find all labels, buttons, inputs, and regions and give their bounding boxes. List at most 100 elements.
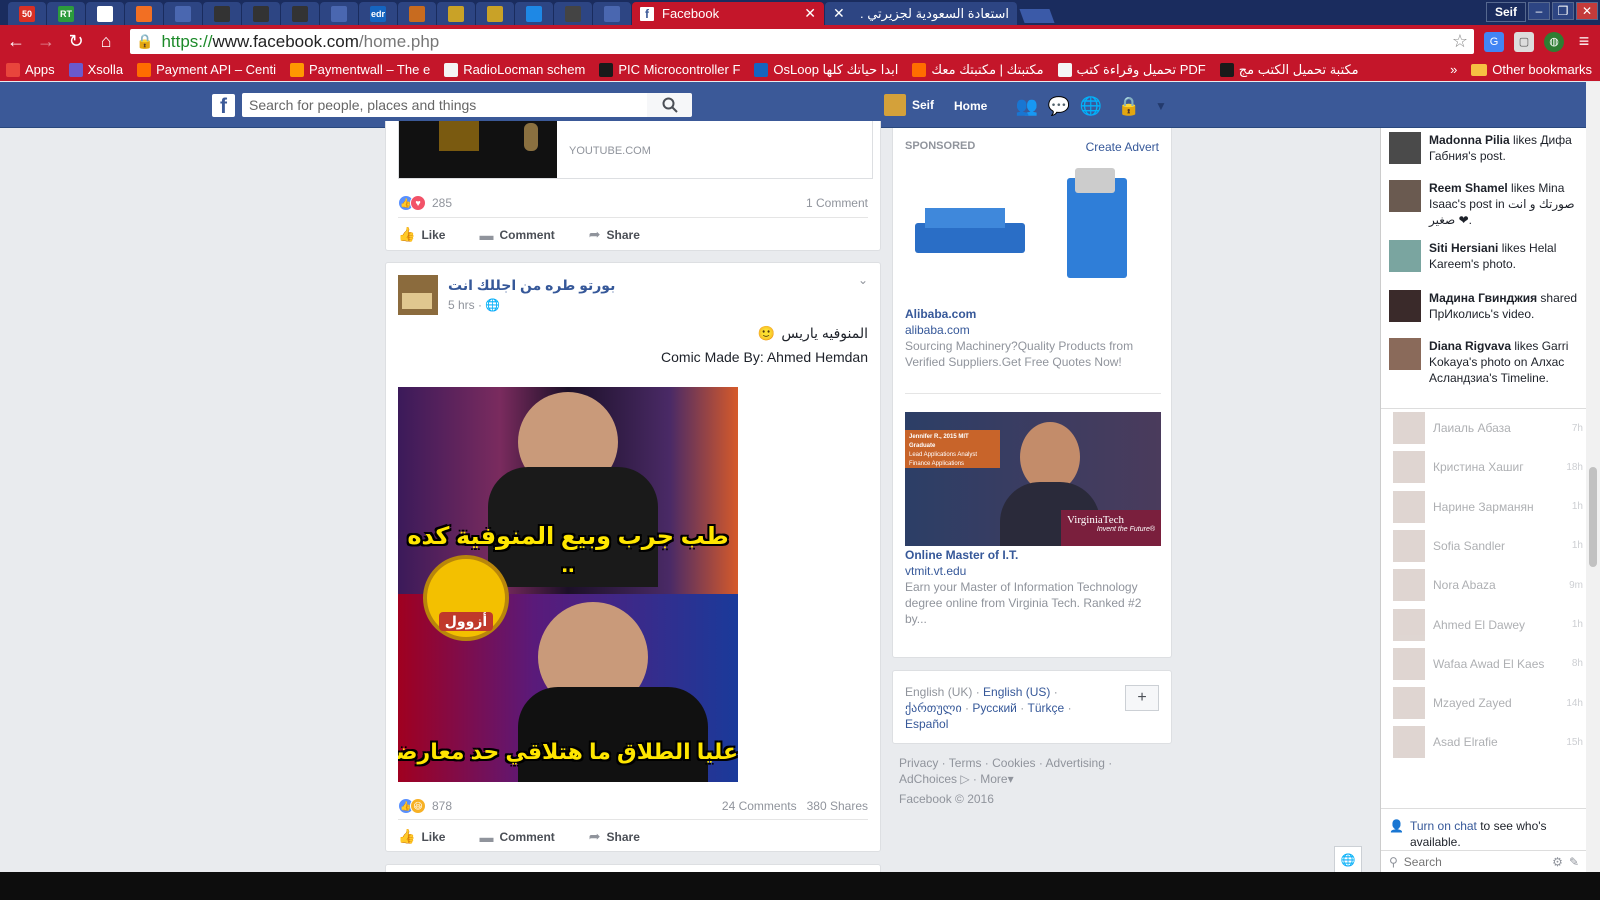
bookmark-item[interactable]: Apps xyxy=(6,62,55,78)
profile-link[interactable]: Seif xyxy=(884,94,934,116)
comment-count[interactable]: 24 Comments xyxy=(722,799,797,813)
footer-link[interactable]: Terms xyxy=(949,756,982,770)
post-time[interactable]: 5 hrs · 🌐 xyxy=(448,298,500,312)
bookmark-item[interactable]: RadioLocman schem xyxy=(444,62,585,78)
messages-icon[interactable]: 💬 xyxy=(1048,96,1070,116)
chat-contact[interactable]: Sofia Sandler 1h xyxy=(1393,529,1583,563)
other-bookmarks-button[interactable]: Other bookmarks xyxy=(1471,62,1592,77)
bookmark-item[interactable]: Xsolla xyxy=(68,62,123,78)
reaction-count[interactable]: 878 xyxy=(432,799,452,813)
pinned-tab[interactable] xyxy=(125,2,163,25)
chat-contact[interactable]: Лаиаль Абаза 7h xyxy=(1393,411,1583,445)
menu-icon[interactable]: ≡ xyxy=(1574,31,1594,52)
friend-requests-icon[interactable]: 👥 xyxy=(1016,96,1038,116)
bookmark-item[interactable]: Payment API – Centi xyxy=(137,62,276,78)
comment-button[interactable]: ▬ Comment xyxy=(479,227,554,243)
comment-count[interactable]: 1 Comment xyxy=(806,196,868,210)
pinned-tab[interactable] xyxy=(437,2,475,25)
back-icon[interactable]: ← xyxy=(6,31,26,52)
bookmark-item[interactable]: مكتبتك | مكتبتك معك xyxy=(912,62,1044,78)
ad2-image[interactable]: Jennifer R., 2015 MIT Graduate Lead Appl… xyxy=(905,412,1161,546)
pinned-tab[interactable] xyxy=(515,2,553,25)
ad2-url[interactable]: vtmit.vt.edu xyxy=(905,564,966,578)
pinned-tab[interactable]: RT xyxy=(47,2,85,25)
like-button[interactable]: 👍 Like xyxy=(398,226,445,243)
post-image[interactable]: أزوول طب جرب وبيع المنوفية كده .. عليا ا… xyxy=(398,387,738,782)
tab-other[interactable]: استعادة السعودية لجزيرتي . ✕ xyxy=(825,2,1017,25)
home-icon[interactable]: ⌂ xyxy=(96,31,116,52)
ticker-item[interactable]: Reem Shamel likes Mina Isaac's post in ص… xyxy=(1389,180,1579,228)
like-button[interactable]: 👍 Like xyxy=(398,828,445,845)
reaction-count[interactable]: 285 xyxy=(432,196,452,210)
ad1-image[interactable] xyxy=(905,168,1161,298)
forward-icon[interactable]: → xyxy=(36,31,56,52)
account-menu-icon[interactable]: ▼ xyxy=(1150,96,1172,116)
pinned-tab[interactable]: 50 xyxy=(8,2,46,25)
chat-contact[interactable]: Nora Abaza 9m xyxy=(1393,568,1583,602)
language-option[interactable]: English (US) xyxy=(983,685,1050,699)
scrollbar-thumb[interactable] xyxy=(1589,467,1597,567)
footer-link[interactable]: More xyxy=(980,772,1007,786)
footer-link[interactable]: Privacy xyxy=(899,756,938,770)
bookmark-item[interactable]: Paymentwall – The e xyxy=(290,62,430,78)
minimize-icon[interactable]: – xyxy=(1528,2,1550,20)
chat-contact[interactable]: Asad Elrafie 15h xyxy=(1393,725,1583,759)
reload-icon[interactable]: ↻ xyxy=(66,31,86,52)
post-options-chevron-icon[interactable]: ⌄ xyxy=(858,273,868,287)
pinned-tab[interactable] xyxy=(554,2,592,25)
translate-extension-icon[interactable]: G xyxy=(1484,31,1504,52)
chat-contact[interactable]: Mzayed Zayed 14h xyxy=(1393,686,1583,720)
globe-extension-icon[interactable]: ◍ xyxy=(1544,31,1564,52)
share-count[interactable]: 380 Shares xyxy=(807,799,868,813)
page-avatar[interactable] xyxy=(398,275,438,315)
language-option[interactable]: Русский xyxy=(972,701,1017,715)
comment-button[interactable]: ▬ Comment xyxy=(479,829,554,845)
chat-contact[interactable]: Нарине Зарманян 1h xyxy=(1393,490,1583,524)
privacy-lock-icon[interactable]: 🔒 xyxy=(1118,96,1140,116)
pinned-tab[interactable] xyxy=(281,2,319,25)
facebook-search-input[interactable] xyxy=(242,93,647,117)
ad1-url[interactable]: alibaba.com xyxy=(905,323,970,337)
ticker-item[interactable]: Madonna Pilia likes Дифа Габния's post. xyxy=(1389,132,1579,164)
pinned-tab[interactable] xyxy=(398,2,436,25)
language-option[interactable]: Español xyxy=(905,717,948,731)
pinned-tab[interactable] xyxy=(593,2,631,25)
footer-link[interactable]: AdChoices xyxy=(899,772,957,786)
page-scrollbar[interactable] xyxy=(1586,82,1600,872)
close-tab-icon[interactable]: ✕ xyxy=(833,5,845,22)
tab-facebook[interactable]: f Facebook ✕ xyxy=(632,2,824,25)
bookmark-item[interactable]: مكتبة تحميل الكتب مج xyxy=(1219,62,1359,78)
language-option[interactable]: ქართული xyxy=(905,701,962,715)
address-bar[interactable]: 🔒 https:// www.facebook.com /home.php ☆ xyxy=(130,29,1474,54)
ticker-item[interactable]: Siti Hersiani likes Helal Kareem's photo… xyxy=(1389,240,1579,272)
chat-search-input[interactable] xyxy=(1403,854,1524,869)
gear-icon[interactable]: ⚙ xyxy=(1552,855,1563,869)
facebook-logo-icon[interactable]: f xyxy=(212,94,235,117)
pinned-tab[interactable] xyxy=(203,2,241,25)
pinned-tab[interactable] xyxy=(86,2,124,25)
bookmarks-overflow-icon[interactable]: » xyxy=(1450,62,1457,77)
add-language-button[interactable]: + xyxy=(1125,685,1159,711)
create-advert-link[interactable]: Create Advert xyxy=(1086,140,1159,154)
close-window-icon[interactable]: ✕ xyxy=(1576,2,1598,20)
box-extension-icon[interactable]: ▢ xyxy=(1514,31,1534,52)
pinned-tab[interactable] xyxy=(164,2,202,25)
pinned-tab[interactable] xyxy=(320,2,358,25)
restore-icon[interactable]: ❐ xyxy=(1552,2,1574,20)
search-button[interactable] xyxy=(647,93,692,117)
turn-on-chat-link[interactable]: Turn on chat xyxy=(1410,819,1477,833)
footer-link[interactable]: Cookies xyxy=(992,756,1035,770)
ad2-title[interactable]: Online Master of I.T. xyxy=(905,548,1018,562)
close-tab-icon[interactable]: ✕ xyxy=(804,5,816,22)
new-message-icon[interactable]: ✎ xyxy=(1569,855,1579,869)
chat-contact[interactable]: Кристина Хашиг 18h xyxy=(1393,450,1583,484)
pinned-tab[interactable]: edr xyxy=(359,2,397,25)
share-button[interactable]: ➦ Share xyxy=(589,828,640,845)
bookmark-star-icon[interactable]: ☆ xyxy=(1452,31,1468,52)
bookmark-item[interactable]: PIC Microcontroller F xyxy=(599,62,740,78)
home-link[interactable]: Home xyxy=(954,99,987,113)
new-tab-button[interactable] xyxy=(1019,9,1055,23)
ticker-item[interactable]: Diana Rigvava likes Garri Kokaya's photo… xyxy=(1389,338,1579,386)
pinned-tab[interactable] xyxy=(476,2,514,25)
chat-contact[interactable]: Ahmed El Dawey 1h xyxy=(1393,608,1583,642)
